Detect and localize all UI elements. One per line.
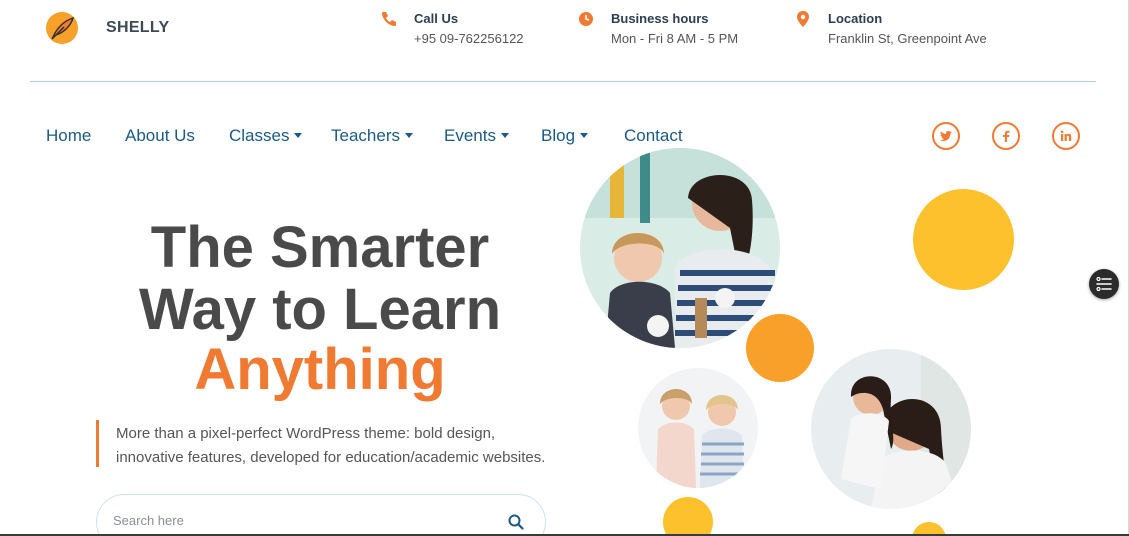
location-pin-icon [797, 11, 809, 27]
hero-subtitle-line1: More than a pixel-perfect WordPress them… [116, 425, 496, 442]
nav-label: Contact [624, 126, 683, 145]
contact-value: Franklin St, Greenpoint Ave [828, 31, 987, 46]
hero-subtitle-line2: innovative features, developed for educa… [116, 449, 546, 466]
subtitle-accent-bar [96, 420, 99, 467]
nav-label: Blog [541, 126, 576, 145]
hero-subtitle: More than a pixel-perfect WordPress them… [116, 422, 566, 470]
contact-value: +95 09-762256122 [414, 31, 524, 46]
hero-photo-two-girls [638, 368, 758, 488]
nav-label: Home [46, 126, 92, 145]
hero-photo-mother-daughter [811, 349, 971, 509]
hero-title-line2: Way to Learn [138, 277, 502, 342]
search-box [96, 494, 546, 536]
toggle-list-button[interactable] [1089, 269, 1119, 299]
clock-icon [579, 12, 593, 26]
nav-item-about-us[interactable]: About Us [125, 126, 195, 146]
brand-name[interactable]: SHELLY [106, 19, 169, 37]
chevron-down-icon [404, 132, 413, 138]
nav-item-contact[interactable]: Contact [624, 126, 683, 146]
decor-yellow-circle-small [663, 497, 713, 536]
nav-item-blog[interactable]: Blog [541, 126, 589, 146]
top-header: SHELLY Call Us +95 09-762256122 Business… [0, 0, 1129, 82]
nav-label: Classes [229, 126, 290, 145]
hero-title-accent: Anything [194, 337, 446, 402]
decor-orange-circle [746, 314, 814, 382]
feather-logo-icon[interactable] [44, 10, 80, 46]
nav-label: About Us [125, 126, 195, 145]
header-divider [30, 81, 1096, 82]
hero-title-line1: The Smarter [150, 215, 490, 280]
search-input[interactable] [113, 513, 473, 528]
chevron-down-icon [500, 132, 509, 138]
decor-yellow-circle [913, 189, 1014, 290]
contact-label: Call Us [414, 11, 459, 26]
facebook-icon[interactable] [992, 122, 1020, 150]
contact-value: Mon - Fri 8 AM - 5 PM [611, 31, 739, 46]
linkedin-icon[interactable] [1052, 122, 1080, 150]
nav-item-classes[interactable]: Classes [229, 126, 303, 146]
contact-label: Business hours [611, 11, 709, 26]
nav-item-home[interactable]: Home [46, 126, 91, 146]
contact-label: Location [828, 11, 883, 26]
nav-item-teachers[interactable]: Teachers [331, 126, 413, 146]
nav-item-events[interactable]: Events [444, 126, 509, 146]
nav-label: Events [444, 126, 496, 145]
hero-photo-teacher-child [580, 148, 780, 348]
search-icon[interactable] [507, 513, 525, 531]
nav-label: Teachers [331, 126, 400, 145]
twitter-icon[interactable] [932, 122, 960, 150]
phone-icon [382, 12, 396, 26]
chevron-down-icon [580, 132, 589, 138]
chevron-down-icon [294, 132, 303, 138]
toggle-list-icon [1096, 277, 1112, 291]
